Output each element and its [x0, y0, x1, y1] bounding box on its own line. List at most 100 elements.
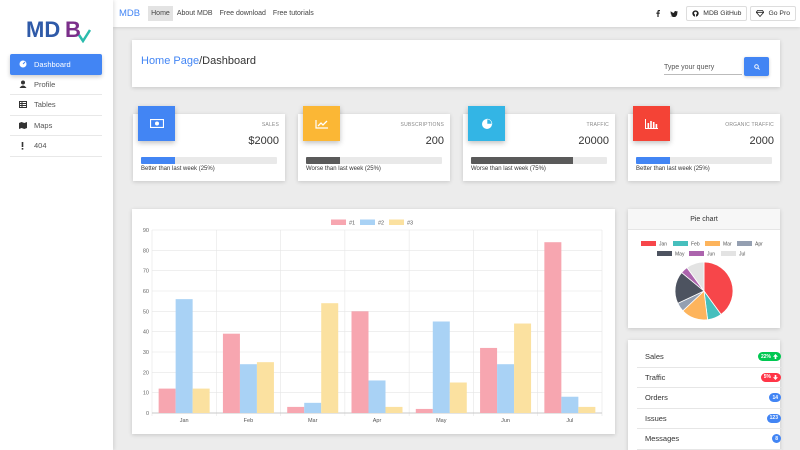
stat-value: 200	[425, 135, 444, 147]
bar-s1-may[interactable]	[415, 408, 433, 413]
y-tick-label: 50	[143, 309, 149, 315]
bar-s1-jun[interactable]	[480, 347, 498, 413]
bar-s2-jan[interactable]	[175, 299, 193, 413]
stat-card-sales: SALES $2000 Better than last week (25%)	[133, 106, 285, 181]
legend-swatch[interactable]	[389, 219, 404, 226]
go-pro-button[interactable]: Go Pro	[750, 6, 796, 21]
pie-legend-swatch[interactable]	[641, 241, 656, 246]
pie-legend-label: May	[675, 252, 685, 258]
nav-link-about[interactable]: About MDB	[174, 6, 216, 21]
legend-swatch[interactable]	[331, 219, 346, 226]
bar-s3-jun[interactable]	[514, 323, 532, 413]
x-tick-label: Feb	[244, 418, 253, 424]
list-item-messages[interactable]: Messages 8	[637, 429, 783, 450]
breadcrumb-home-link[interactable]: Home Page	[141, 55, 199, 67]
nav-link-free-tutorials[interactable]: Free tutorials	[270, 6, 317, 21]
sidebar-item-label: 404	[34, 141, 47, 151]
progress-bar	[141, 157, 277, 164]
pie-legend-swatch[interactable]	[673, 241, 688, 246]
stat-value: 2000	[749, 135, 774, 147]
search-input[interactable]	[664, 60, 742, 75]
svg-text:B: B	[65, 17, 81, 42]
facebook-icon[interactable]	[651, 7, 665, 21]
badge-value: 5%	[763, 374, 771, 381]
y-tick-label: 10	[143, 391, 149, 397]
bar-s2-mar[interactable]	[304, 402, 322, 413]
pie-legend-swatch[interactable]	[657, 251, 672, 256]
x-tick-label: Jun	[501, 418, 510, 424]
x-tick-label: Mar	[308, 418, 318, 424]
table-icon	[18, 100, 27, 109]
bar-s2-apr[interactable]	[368, 380, 386, 413]
pie-legend-label: Feb	[691, 242, 700, 248]
progress-fill	[306, 157, 340, 164]
bar-s3-jan[interactable]	[192, 388, 210, 413]
bar-s3-feb[interactable]	[256, 362, 274, 413]
y-tick-label: 40	[143, 330, 149, 336]
brand-link[interactable]: MDB	[119, 8, 140, 19]
bar-s2-may[interactable]	[432, 321, 450, 414]
sidebar-nav: Dashboard Profile Tables Maps 404	[10, 54, 102, 157]
bar-chart-card: 0 10 20 30 40 50 60 70 80 90 Jan Feb Mar Apr May Jun Jul…	[132, 209, 615, 434]
legend-swatch[interactable]	[360, 219, 375, 226]
pie-legend-swatch[interactable]	[721, 251, 736, 256]
bar-s1-feb[interactable]	[222, 333, 240, 413]
search-icon	[753, 63, 760, 70]
stat-icon-box	[303, 106, 340, 141]
nav-link-free-download[interactable]: Free download	[217, 6, 269, 21]
pie-legend-swatch[interactable]	[689, 251, 704, 256]
bar-s3-mar[interactable]	[321, 303, 339, 413]
list-item-label: Orders	[645, 393, 668, 403]
list-item-sales[interactable]: Sales 22%	[637, 347, 783, 368]
list-item-label: Sales	[645, 352, 664, 362]
bar-s2-feb[interactable]	[239, 364, 257, 413]
pie-legend-swatch[interactable]	[737, 241, 752, 246]
bar-s1-mar[interactable]	[287, 406, 305, 413]
breadcrumb-current: Dashboard	[202, 55, 256, 67]
sidebar-item-404[interactable]: 404	[10, 136, 102, 157]
mdb-logo[interactable]: MD B	[24, 13, 94, 43]
twitter-icon[interactable]	[667, 7, 681, 21]
mdb-github-button[interactable]: MDB GitHub	[686, 6, 748, 21]
sidebar-item-profile[interactable]: Profile	[10, 75, 102, 95]
bar-s3-apr[interactable]	[385, 406, 403, 413]
stat-description: Worse than last week (25%)	[306, 166, 381, 172]
sidebar-item-dashboard[interactable]: Dashboard	[10, 54, 102, 75]
sidebar-item-label: Tables	[34, 100, 56, 110]
bar-s1-apr[interactable]	[351, 311, 369, 413]
badge-value: 14	[772, 394, 778, 401]
bar-s3-may[interactable]	[449, 382, 467, 414]
bar-s3-jul[interactable]	[578, 406, 596, 413]
bar-s1-jan[interactable]	[158, 388, 176, 413]
stat-description: Worse than last week (75%)	[471, 166, 546, 172]
pie-legend-label: Jul	[739, 252, 745, 258]
bar-s2-jun[interactable]	[497, 364, 515, 413]
list-item-label: Issues	[645, 413, 667, 423]
pie-legend-swatch[interactable]	[705, 241, 720, 246]
list-item-label: Messages	[645, 434, 680, 444]
list-item-issues[interactable]: Issues 123	[637, 409, 783, 429]
search-button[interactable]	[744, 57, 769, 76]
bar-s1-jul[interactable]	[544, 242, 562, 413]
sidebar-item-label: Maps	[34, 120, 53, 130]
stat-description: Better than last week (25%)	[141, 166, 215, 172]
chart-line-icon	[314, 119, 328, 129]
sidebar-item-label: Profile	[34, 79, 56, 89]
top-navbar: MDB Home About MDB Free download Free tu…	[113, 0, 800, 27]
sidebar-item-maps[interactable]: Maps	[10, 116, 102, 136]
arrow-down-icon	[773, 374, 778, 380]
sidebar-item-tables[interactable]: Tables	[10, 95, 102, 116]
badge-value: 8	[775, 435, 778, 442]
stat-icon-box	[468, 106, 505, 141]
progress-bar	[471, 157, 607, 164]
bar-s2-jul[interactable]	[561, 396, 579, 413]
nav-link-home[interactable]: Home	[148, 6, 173, 21]
progress-fill	[471, 157, 573, 164]
y-tick-label: 90	[143, 228, 149, 234]
list-item-orders[interactable]: Orders 14	[637, 388, 783, 409]
list-item-traffic[interactable]: Traffic 5%	[637, 368, 783, 388]
stat-icon-box	[138, 106, 175, 141]
y-tick-label: 0	[146, 411, 149, 417]
stat-card-traffic: TRAFFIC 20000 Worse than last week (75%)	[463, 106, 615, 181]
stat-value: 20000	[578, 135, 609, 147]
